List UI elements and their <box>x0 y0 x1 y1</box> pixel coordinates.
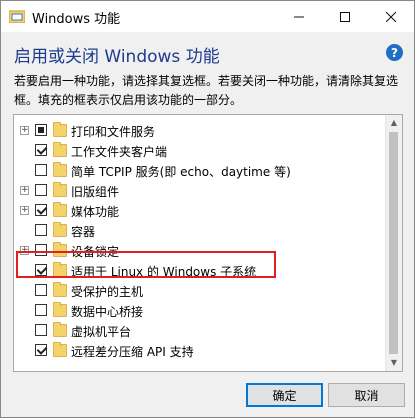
folder-icon <box>53 222 67 237</box>
feature-checkbox[interactable] <box>35 304 47 316</box>
scroll-up-icon[interactable]: ▲ <box>389 118 399 128</box>
folder-icon <box>53 282 67 297</box>
feature-checkbox[interactable] <box>35 344 47 356</box>
title-bar[interactable]: Windows 功能 <box>1 1 414 32</box>
feature-label: 虚拟机平台 <box>71 325 132 339</box>
feature-label: 简单 TCPIP 服务(即 echo、daytime 等) <box>71 165 291 179</box>
feature-checkbox[interactable] <box>35 204 47 216</box>
folder-icon <box>53 202 67 217</box>
help-button[interactable]: ? <box>386 44 403 61</box>
folder-icon <box>53 142 67 157</box>
feature-label: 旧版组件 <box>71 185 120 199</box>
close-icon <box>386 11 396 22</box>
feature-row[interactable]: 远程差分压缩 API 支持 <box>14 341 384 361</box>
page-heading: 启用或关闭 Windows 功能 <box>14 47 220 67</box>
feature-label: 受保护的主机 <box>71 285 144 299</box>
feature-row[interactable]: 容器 <box>14 221 384 241</box>
feature-label: 数据中心桥接 <box>71 305 144 319</box>
expand-icon[interactable]: + <box>20 186 29 195</box>
feature-checkbox[interactable] <box>35 184 47 196</box>
feature-label: 媒体功能 <box>71 205 120 219</box>
feature-checkbox[interactable] <box>35 144 47 156</box>
scroll-thumb[interactable] <box>389 132 398 354</box>
feature-row[interactable]: + 打印和文件服务 <box>14 121 384 141</box>
folder-icon <box>53 182 67 197</box>
windows-features-dialog: Windows 功能 启用或关闭 Windows 功能 ? 若要启用一种功能，请… <box>0 0 415 418</box>
feature-checkbox[interactable] <box>35 164 47 176</box>
feature-label: 打印和文件服务 <box>71 125 156 139</box>
cancel-button[interactable]: 取消 <box>328 383 405 407</box>
features-tree[interactable]: + 打印和文件服务 工作文件夹客户端简单 TCPIP 服务(即 echo、dayti… <box>13 114 403 372</box>
feature-row[interactable]: 数据中心桥接 <box>14 301 384 321</box>
window-title: Windows 功能 <box>32 12 121 27</box>
feature-checkbox[interactable] <box>35 284 47 296</box>
feature-checkbox[interactable] <box>35 124 47 136</box>
expand-icon[interactable]: + <box>20 206 29 215</box>
help-icon: ? <box>391 45 398 60</box>
maximize-icon <box>340 11 350 22</box>
feature-checkbox[interactable] <box>35 324 47 336</box>
highlight-box <box>16 251 276 278</box>
folder-icon <box>53 342 67 357</box>
ok-button[interactable]: 确定 <box>246 383 323 407</box>
feature-label: 远程差分压缩 API 支持 <box>71 345 194 359</box>
feature-row[interactable]: 受保护的主机 <box>14 281 384 301</box>
folder-icon <box>53 302 67 317</box>
maximize-button[interactable] <box>322 1 368 32</box>
feature-label: 工作文件夹客户端 <box>71 145 168 159</box>
feature-label: 容器 <box>71 225 96 239</box>
folder-icon <box>53 162 67 177</box>
description-text: 若要启用一种功能，请选择其复选框。若要关闭一种功能，请清除其复选框。填充的框表示… <box>14 74 399 107</box>
feature-row[interactable]: 虚拟机平台 <box>14 321 384 341</box>
vertical-scrollbar[interactable]: ▲ ▼ <box>385 115 402 371</box>
feature-row[interactable]: + 媒体功能 <box>14 201 384 221</box>
minimize-button[interactable] <box>276 1 322 32</box>
folder-icon <box>53 322 67 337</box>
feature-checkbox[interactable] <box>35 224 47 236</box>
folder-icon <box>53 122 67 137</box>
expand-icon[interactable]: + <box>20 126 29 135</box>
feature-row[interactable]: 简单 TCPIP 服务(即 echo、daytime 等) <box>14 161 384 181</box>
minimize-icon <box>294 16 304 17</box>
close-button[interactable] <box>368 1 414 32</box>
windows-features-icon <box>9 10 25 23</box>
feature-row[interactable]: + 旧版组件 <box>14 181 384 201</box>
scroll-down-icon[interactable]: ▼ <box>389 358 399 368</box>
feature-row[interactable]: 工作文件夹客户端 <box>14 141 384 161</box>
